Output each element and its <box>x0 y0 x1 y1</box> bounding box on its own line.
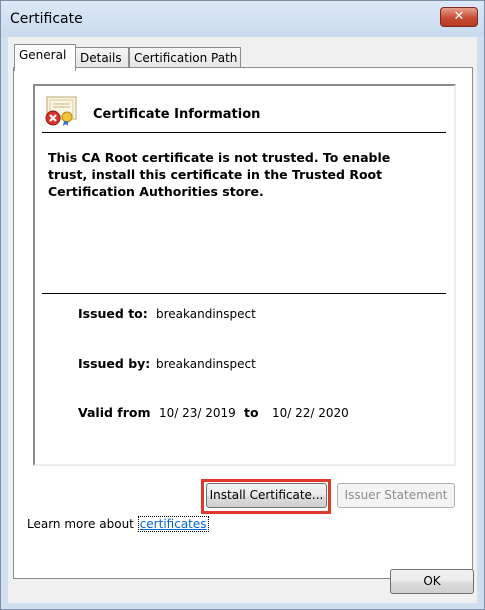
certificate-information-heading: Certificate Information <box>93 107 261 122</box>
certificate-error-icon <box>44 96 78 126</box>
certificate-info-frame: Certificate Information This CA Root cer… <box>33 84 456 466</box>
close-icon: ✕ <box>453 9 465 24</box>
valid-to-date: 10/ 22/ 2020 <box>272 406 349 420</box>
issued-by-label: Issued by: <box>78 356 151 371</box>
title-bar: Certificate ✕ <box>1 1 484 37</box>
install-certificate-highlight <box>201 479 331 514</box>
learn-more-prefix: Learn more about <box>27 517 138 531</box>
issued-to-value: breakandinspect <box>156 307 256 321</box>
issued-by-value: breakandinspect <box>156 357 256 371</box>
certificate-dialog: Certificate ✕ General Details Certificat… <box>0 0 485 610</box>
certificates-link[interactable]: certificates <box>137 516 209 532</box>
valid-to-label: to <box>244 405 259 420</box>
trust-notice: This CA Root certificate is not trusted.… <box>48 150 391 199</box>
valid-from-date: 10/ 23/ 2019 <box>159 406 236 420</box>
issued-to-label: Issued to: <box>78 306 148 321</box>
issuer-statement-button[interactable]: Issuer Statement <box>337 483 455 508</box>
learn-more-text: Learn more about certificates <box>27 516 209 532</box>
valid-from-label: Valid from <box>78 405 151 420</box>
tab-general[interactable]: General <box>14 44 76 71</box>
window-title: Certificate <box>10 11 83 27</box>
dialog-body: General Details Certification Path Certi… <box>8 37 477 603</box>
tab-certification-path[interactable]: Certification Path <box>129 47 241 69</box>
close-button[interactable]: ✕ <box>440 7 478 27</box>
details-divider <box>42 293 446 294</box>
tab-details[interactable]: Details <box>75 47 129 69</box>
ok-button[interactable]: OK <box>390 569 474 594</box>
header-divider <box>42 132 446 133</box>
